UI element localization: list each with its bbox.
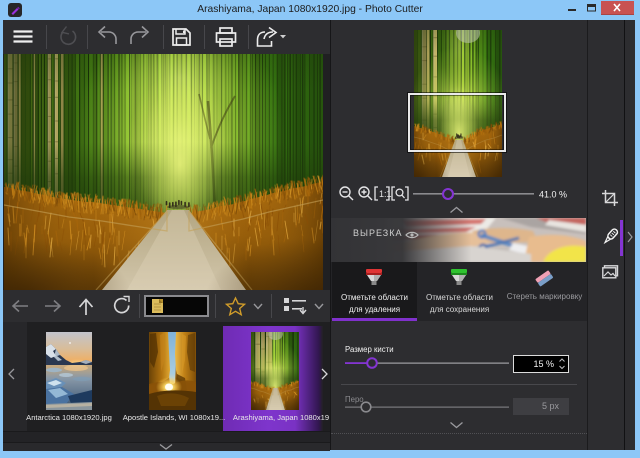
svg-text:1:1: 1:1 (379, 189, 392, 199)
svg-text:41.0 %: 41.0 % (539, 190, 567, 200)
